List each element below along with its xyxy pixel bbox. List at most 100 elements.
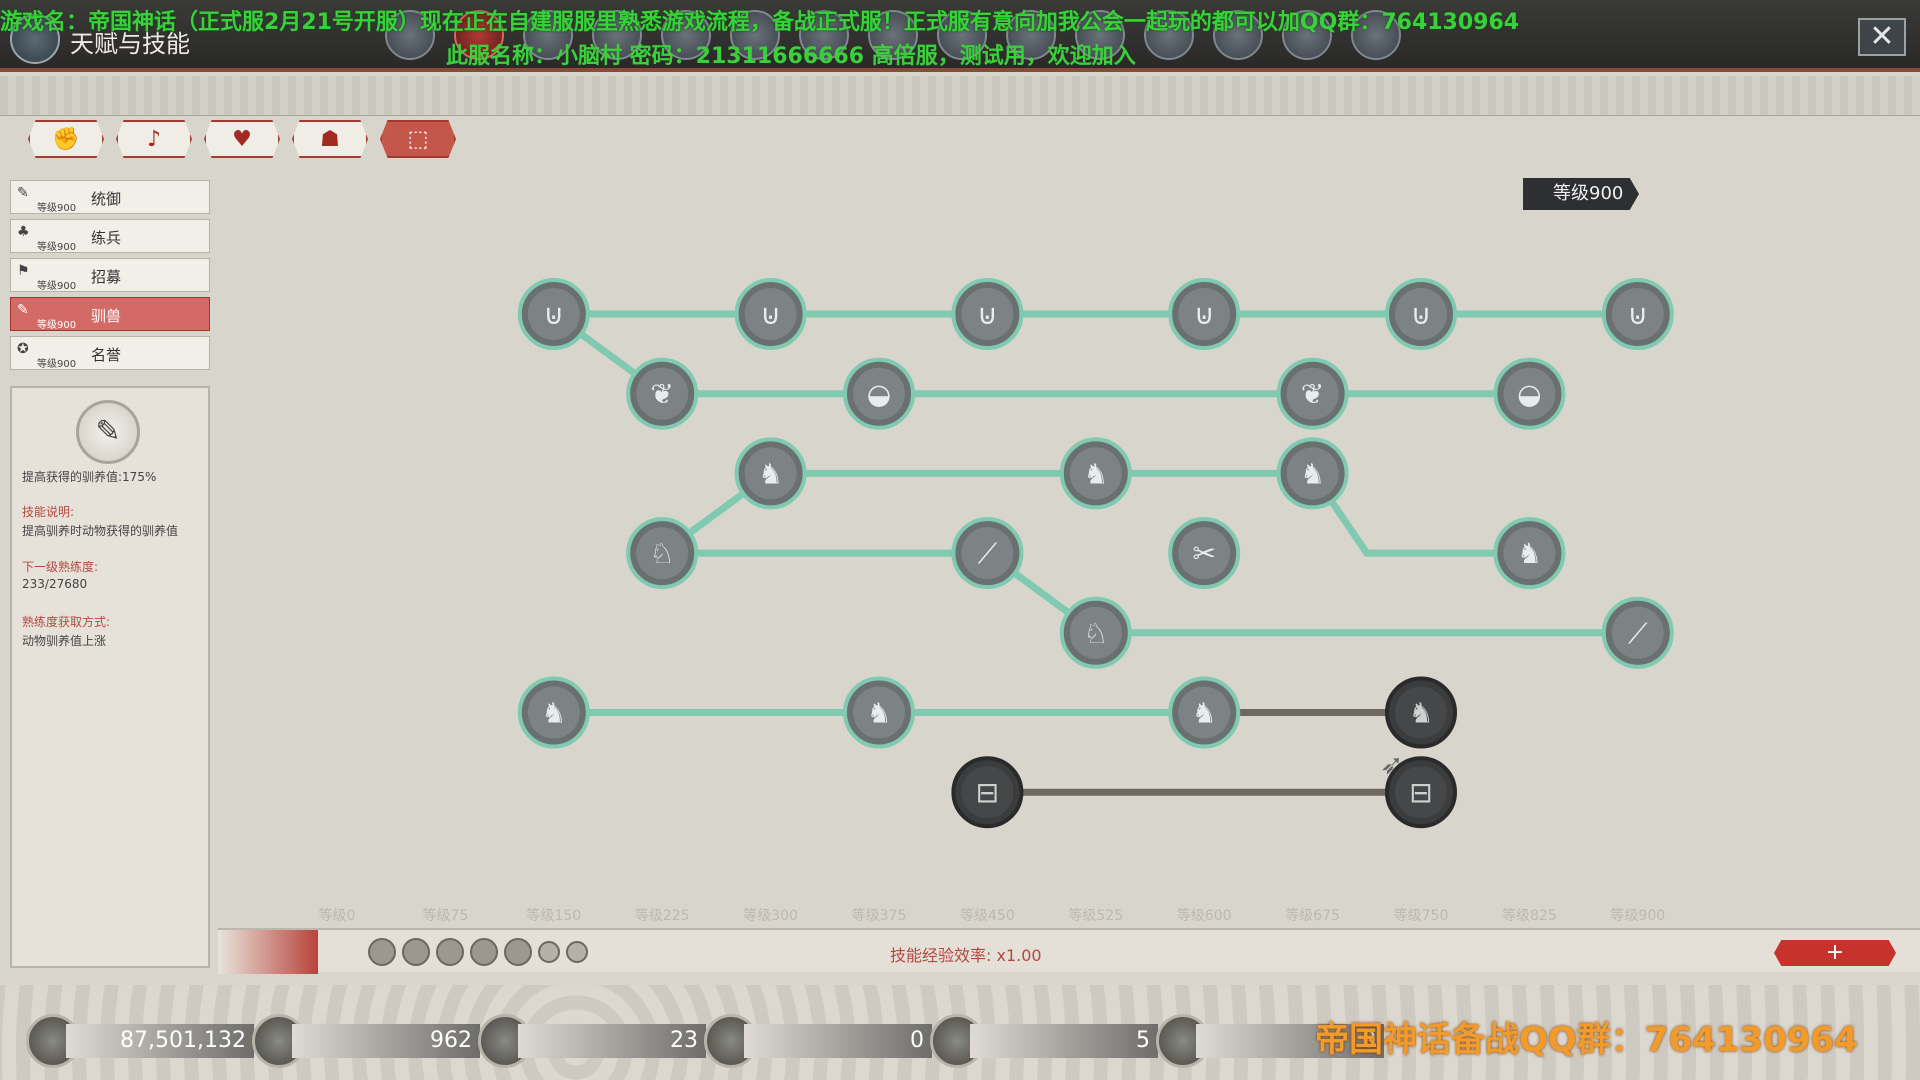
skill-node-r5c900[interactable]: ⟋ [1601,596,1674,669]
skill-desc-label: 技能说明: [22,505,75,519]
nav-item-command[interactable]: ✎ 等级900 统御 [10,180,210,214]
axis-label: 等级600 [1176,908,1232,924]
galloping-horse-icon: ♞ [1408,697,1433,730]
training-icon: ♣ [17,224,30,240]
skill-node-r1c450[interactable]: ⊍ [951,278,1024,350]
axis-label: 等级75 [422,908,469,924]
skill-desc: 提高驯养时动物获得的驯养值 [22,524,179,538]
skill-node-r7c450[interactable]: ⊟ [951,756,1024,829]
nav-item-label: 驯兽 [91,307,122,325]
skill-tree-canvas: ⊍ ⊍ ⊍ ⊍ ⊍ ⊍ ❦ ◒ ❦ ◒ ♞ ♞ ♞ ♘ ⟋ ✂ ♞ ♘ ⟋ ♞ ♞ ♞ ♞ ⊟ ⊟ [517,278,1674,829]
skill-node-r4c825[interactable]: ♞ [1493,517,1566,590]
axis-label: 等级675 [1285,908,1340,924]
nav-item-honor[interactable]: ✪ 等级900 名誉 [10,336,210,370]
saddle-icon: ⊍ [1411,298,1432,331]
saddlebag-icon: ⊟ [976,776,999,809]
saddle-icon: ⊍ [1628,298,1649,331]
skill-node-r2c675[interactable]: ❦ [1276,357,1349,430]
skill-node-r3c300[interactable]: ♞ [734,437,807,510]
galloping-horse-icon: ♞ [1192,697,1217,730]
server-announcement: 此服名称：小脑村 密码：21311666666 高倍服，测试用，欢迎加入 [446,44,1136,69]
rider-icon: ♘ [1083,617,1108,650]
skill-detail-panel: ✎ 提高获得的驯养值:175% 技能说明: 提高驯养时动物获得的驯养值 下一级熟… [10,386,210,968]
skill-node-r3c675[interactable]: ♞ [1276,437,1349,510]
skill-node-r1c600[interactable]: ⊍ [1168,278,1241,350]
horse-head-icon: ♞ [1300,457,1325,490]
nav-item-level: 等级900 [37,242,77,253]
skill-node-r2c225[interactable]: ❦ [626,357,699,430]
nav-item-training[interactable]: ♣ 等级900 练兵 [10,219,210,253]
nav-item-level: 等级900 [37,359,77,370]
skill-node-r2c375[interactable]: ◒ [843,357,915,430]
skill-point-icon [470,938,498,966]
skill-node-r1c900[interactable]: ⊍ [1601,278,1674,350]
saddle-icon: ⊍ [1194,298,1215,331]
skill-node-r1c750[interactable]: ⊍ [1385,278,1457,350]
skill-node-r6c150[interactable]: ♞ [517,676,590,749]
gain-method-label: 熟练度获取方式: [22,615,111,629]
nav-item-level: 等级900 [37,281,77,292]
skill-node-r6c375[interactable]: ♞ [843,676,915,749]
saddlebag-icon: ⊟ [1409,776,1432,809]
nav-item-label: 统御 [91,190,122,208]
grooming-icon: ✂ [1192,537,1215,570]
rider-icon: ♘ [650,537,675,570]
skill-effect: 提高获得的驯养值:175% [22,470,157,484]
grass-icon: ❦ [1301,378,1324,411]
grass-icon: ❦ [650,378,673,411]
resource-value: 0 [744,1024,932,1058]
horse-head-icon: ♞ [758,457,783,490]
plus-icon[interactable] [566,941,588,963]
skill-point-slots [368,938,588,966]
skill-node-r1c300[interactable]: ⊍ [734,278,807,350]
axis-label: 等级525 [1068,908,1124,924]
feed-trough-icon: ◒ [1517,378,1541,411]
skill-node-r1c150[interactable]: ⊍ [517,278,590,350]
nav-item-label: 招募 [91,268,122,286]
skill-node-r4c600[interactable]: ✂ [1168,517,1241,590]
skill-node-r6c750[interactable]: ♞ [1385,676,1457,749]
nav-item-level: 等级900 [37,203,77,214]
next-level-label: 下一级熟练度: [22,560,99,574]
tab-music[interactable]: ♪ [116,120,192,158]
axis-label: 等级375 [851,908,907,924]
nav-item-level: 等级900 [37,320,77,331]
whip-icon: ✎ [76,400,140,464]
whip-icon: ⟋ [1628,617,1648,650]
skill-node-r3c525[interactable]: ♞ [1059,437,1132,510]
recruit-icon: ⚑ [17,263,30,279]
skill-exp-efficiency: 技能经验效率: x1.00 [890,946,1042,965]
skill-category-nav: ✎ 等级900 统御 ♣ 等级900 练兵 ⚑ 等级900 招募 ✎ 等级900… [10,180,210,375]
axis-label: 等级300 [743,908,798,924]
skill-bottom-bar: 技能经验效率: x1.00 + [218,928,1920,974]
taming-icon: ✎ [17,302,29,318]
saddle-icon: ⊍ [544,298,565,331]
qq-group-ad: 帝国神话备战QQ群：764130964 [1315,1020,1858,1060]
add-button[interactable]: + [1774,940,1896,966]
axis-label: 等级225 [634,908,690,924]
horse-head-icon: ♞ [1517,537,1542,570]
skill-node-r6c600[interactable]: ♞ [1168,676,1241,749]
resource-value: 962 [292,1024,480,1058]
axis-label: 等级450 [960,908,1015,924]
nav-item-label: 名誉 [91,346,122,364]
nav-item-label: 练兵 [91,229,122,247]
skill-node-r4c225[interactable]: ♘ [626,517,699,590]
tab-combat[interactable]: ✊ [28,120,104,158]
nav-item-taming[interactable]: ✎ 等级900 驯兽 [10,297,210,331]
nav-item-recruit[interactable]: ⚑ 等级900 招募 [10,258,210,292]
whip-icon: ⟋ [978,537,998,570]
axis-label: 等级825 [1502,908,1557,924]
resource-value: 23 [518,1024,706,1058]
skill-point-icon [436,938,464,966]
axis-label: 等级0 [318,908,356,924]
skill-node-r4c450[interactable]: ⟋ [951,517,1024,590]
minus-icon[interactable] [538,941,560,963]
skill-node-r2c825[interactable]: ◒ [1493,357,1566,430]
close-button[interactable]: ✕ [1858,18,1906,56]
skill-point-icon [368,938,396,966]
top-bar: 天赋与技能 游戏名：帝国神话（正式服2月21号开服）现在正在自建服服里熟悉游戏流… [0,0,1920,72]
skill-tree: ⊍ ⊍ ⊍ ⊍ ⊍ ⊍ ❦ ◒ ❦ ◒ ♞ ♞ ♞ ♘ ⟋ ✂ ♞ ♘ ⟋ ♞ ♞ ♞ ♞ ⊟ ⊟ [218,150,1918,930]
skill-node-r5c525[interactable]: ♘ [1059,596,1132,669]
next-level-value: 233/27680 [22,577,88,591]
